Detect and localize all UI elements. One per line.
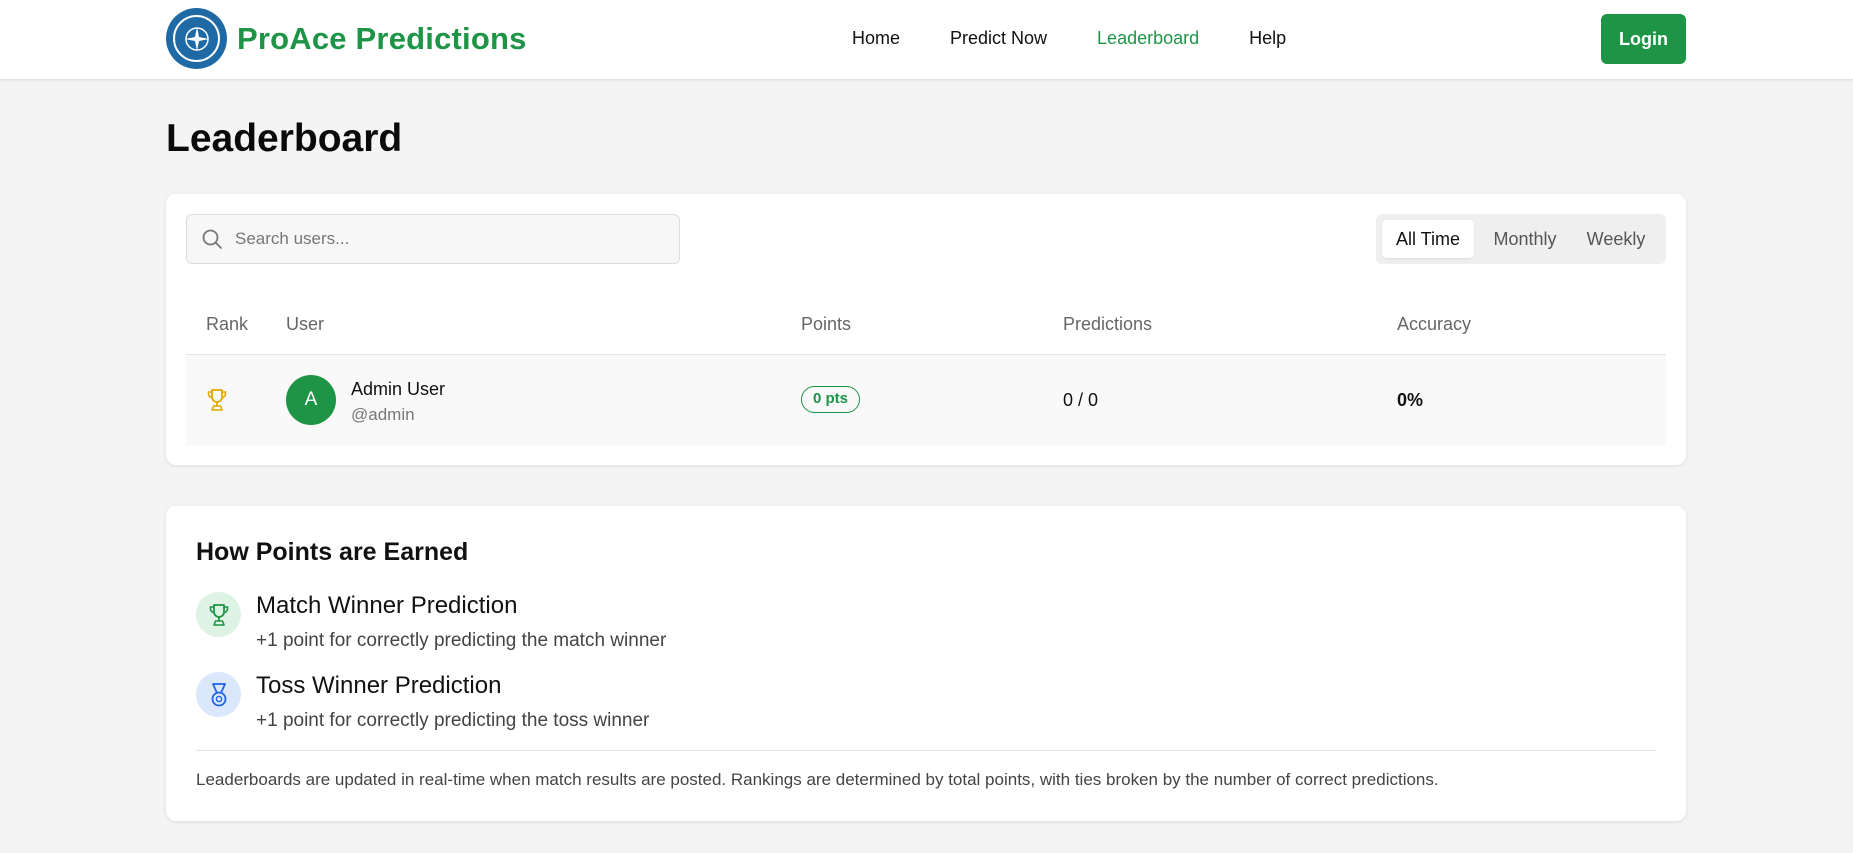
- user-name: Admin User: [351, 379, 446, 399]
- nav-predict-now[interactable]: Predict Now: [950, 28, 1047, 49]
- top-navbar: ProAce Predictions Home Predict Now Lead…: [0, 0, 1853, 79]
- points-info-title: How Points are Earned: [196, 538, 469, 566]
- points-badge: 0 pts: [801, 386, 861, 413]
- page-title: Leaderboard: [166, 117, 403, 160]
- accuracy-value: 0%: [1397, 390, 1424, 410]
- column-header-accuracy: Accuracy: [1397, 314, 1472, 334]
- tab-monthly[interactable]: Monthly: [1480, 220, 1570, 258]
- rule-title-toss-winner: Toss Winner Prediction: [256, 672, 502, 699]
- trophy-icon: [206, 388, 228, 417]
- tab-weekly[interactable]: Weekly: [1574, 220, 1658, 258]
- rule-desc-match-winner: +1 point for correctly predicting the ma…: [256, 630, 667, 651]
- login-button[interactable]: Login: [1601, 14, 1686, 64]
- medal-icon: [196, 672, 241, 717]
- column-header-points: Points: [801, 314, 852, 334]
- points-info-divider: [196, 750, 1656, 751]
- nav-help[interactable]: Help: [1249, 28, 1286, 49]
- leaderboard-card: All Time Monthly Weekly Rank User Points…: [166, 194, 1686, 465]
- trophy-icon: [196, 592, 241, 637]
- rule-desc-toss-winner: +1 point for correctly predicting the to…: [256, 710, 650, 731]
- period-tabs: All Time Monthly Weekly: [1376, 214, 1666, 264]
- compass-logo-icon: [166, 8, 227, 69]
- column-header-predictions: Predictions: [1063, 314, 1153, 334]
- predictions-value: 0 / 0: [1063, 390, 1099, 410]
- brand[interactable]: ProAce Predictions: [166, 8, 527, 69]
- points-info-note: Leaderboards are updated in real-time wh…: [196, 770, 1439, 789]
- main-nav: Home Predict Now Leaderboard Help: [852, 28, 1336, 49]
- nav-home[interactable]: Home: [852, 28, 900, 49]
- table-row[interactable]: A Admin User @admin 0 pts 0 / 0 0%: [186, 355, 1666, 446]
- rule-title-match-winner: Match Winner Prediction: [256, 592, 518, 619]
- search-input[interactable]: [235, 215, 665, 263]
- avatar: A: [286, 375, 336, 425]
- search-box[interactable]: [186, 214, 680, 264]
- brand-name: ProAce Predictions: [237, 20, 527, 56]
- user-handle: @admin: [351, 405, 415, 424]
- column-header-rank: Rank: [206, 314, 249, 334]
- search-icon: [201, 228, 223, 255]
- column-header-user: User: [286, 314, 325, 334]
- tab-all-time[interactable]: All Time: [1382, 220, 1474, 258]
- nav-leaderboard[interactable]: Leaderboard: [1097, 28, 1199, 49]
- points-info-card: How Points are Earned Match Winner Predi…: [166, 506, 1686, 821]
